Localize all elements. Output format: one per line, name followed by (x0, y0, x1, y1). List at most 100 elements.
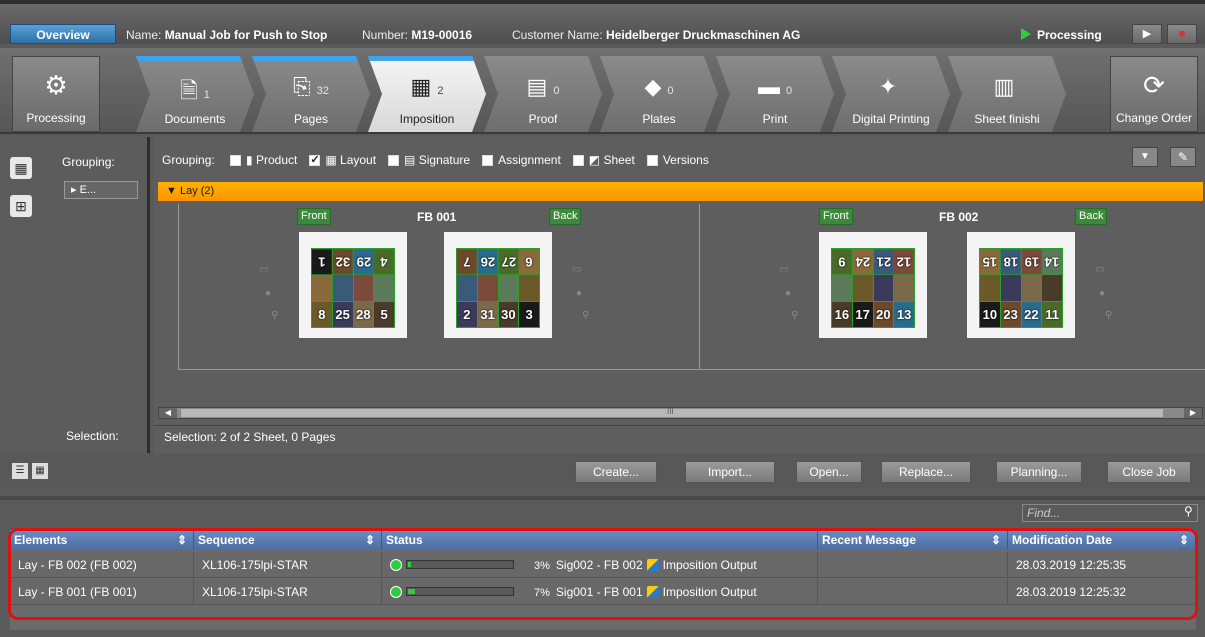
step-count: 0 (785, 85, 793, 97)
back-sheet-preview[interactable]: 7 26 27 6 2 31 30 3 (444, 232, 552, 338)
page-cell: 19 (1021, 249, 1042, 275)
processing-menu-button[interactable]: ⚙ Processing (12, 56, 100, 132)
col-elements[interactable]: Elements ⇕ (10, 530, 194, 550)
scrollbar-thumb[interactable]: III (181, 407, 1163, 417)
sheet-icon: ◩ (588, 153, 604, 167)
front-tag[interactable]: Front (819, 208, 853, 225)
marker-icon[interactable]: ● (265, 288, 271, 299)
start-button[interactable]: ▶ (1132, 24, 1162, 44)
zoom-icon[interactable]: ⚲ (791, 310, 798, 321)
horizontal-scrollbar[interactable]: ◀ III ▶ (158, 407, 1203, 419)
marker-icon[interactable]: ● (785, 288, 791, 299)
back-sheet-preview[interactable]: 15 18 19 14 10 23 22 11 (967, 232, 1075, 338)
sort-icon: ⇕ (1178, 533, 1189, 547)
customer-name: Customer Name: Heidelberger Druckmaschin… (512, 28, 800, 42)
dropdown-button[interactable]: ▼ (1132, 147, 1158, 167)
workflow-step-documents[interactable]: 🗎 1 Documents (136, 56, 254, 132)
grouping-option-product[interactable]: ▮ Product (218, 153, 297, 167)
marker-icon[interactable]: ▭ (1095, 264, 1104, 275)
zoom-icon[interactable]: ⚲ (582, 310, 589, 321)
list-view-icon[interactable]: ☰ (12, 463, 28, 479)
import-button[interactable]: Import... (685, 461, 775, 483)
layout-view-icon[interactable]: ▦ (10, 157, 32, 179)
play-icon: ▶ (1142, 28, 1152, 40)
page-grid: 9 24 21 12 16 17 20 13 (831, 248, 915, 328)
sequence-cell: XL106-175lpi-STAR (194, 579, 382, 605)
workflow-step-pages[interactable]: ⎘ 32 Pages (252, 56, 370, 132)
link-button[interactable]: ✎ (1170, 147, 1196, 167)
grouping-option-signature[interactable]: ▤ Signature (376, 153, 470, 167)
checkbox[interactable] (572, 155, 584, 166)
zoom-icon[interactable]: ⚲ (1105, 310, 1112, 321)
recent-message-cell (818, 552, 1008, 578)
expand-icon: ▸ (71, 184, 77, 196)
tree-item[interactable]: ▸ E... (64, 181, 138, 199)
add-layout-icon[interactable]: ⊞ (10, 195, 32, 217)
step-count: 2 (437, 85, 444, 97)
page-cell (353, 275, 374, 301)
back-tag[interactable]: Back (1075, 208, 1108, 225)
find-row: Find... ⚲ (0, 496, 1205, 524)
marker-icon[interactable]: ▭ (259, 264, 268, 275)
sheet-finishing-icon: ▥ (993, 74, 1015, 99)
checkbox[interactable] (230, 155, 242, 166)
grouping-option-sheet[interactable]: ◩ Sheet (561, 153, 635, 167)
step-label: Pages (293, 112, 329, 126)
job-name: Name: Manual Job for Push to Stop (126, 28, 327, 42)
grouping-option-layout[interactable]: ▦ Layout (297, 153, 376, 167)
front-sheet-preview[interactable]: 1 32 29 4 8 25 28 5 (299, 232, 407, 338)
checkbox[interactable] (482, 155, 494, 166)
replace-button[interactable]: Replace... (881, 461, 971, 483)
overview-button[interactable]: Overview (10, 24, 116, 44)
step-count: 1 (203, 89, 210, 101)
checkbox[interactable] (388, 155, 400, 166)
change-order-button[interactable]: ⟳ Change Order (1110, 56, 1198, 132)
col-recent-message[interactable]: Recent Message ⇕ (818, 530, 1008, 550)
page-grid: 1 32 29 4 8 25 28 5 (311, 248, 395, 328)
workflow-step-digital-printing[interactable]: ✦ Digital Printing (832, 56, 950, 132)
workflow-step-proof[interactable]: ▤ 0 Proof (484, 56, 602, 132)
imposition-output-icon (646, 559, 659, 571)
checkbox[interactable] (309, 153, 321, 166)
table-row[interactable]: Lay - FB 002 (FB 002) XL106-175lpi-STAR 3%… (10, 552, 1196, 578)
step-label: Print (762, 112, 788, 126)
marker-icon[interactable]: ● (576, 288, 582, 299)
scroll-left-icon[interactable]: ◀ (159, 408, 177, 418)
table-row[interactable]: Lay - FB 001 (FB 001) XL106-175lpi-STAR 7%… (10, 579, 1196, 605)
find-input[interactable]: Find... (1022, 504, 1198, 522)
close-job-button[interactable]: Close Job (1107, 461, 1191, 483)
col-status[interactable]: Status (382, 530, 818, 550)
checkbox[interactable] (646, 155, 658, 166)
detail-view-icon[interactable]: ▦ (32, 463, 48, 479)
marker-icon[interactable]: ● (1099, 288, 1105, 299)
marker-icon[interactable]: ▭ (779, 264, 788, 275)
grouping-option-label: Versions (662, 153, 709, 167)
col-modification-date[interactable]: Modification Date ⇕ (1008, 530, 1196, 550)
stop-button[interactable]: ■ (1167, 24, 1197, 44)
grouping-bar: Grouping: ▮ Product▦ Layout▤ SignatureAs… (154, 137, 1205, 181)
front-sheet-preview[interactable]: 9 24 21 12 16 17 20 13 (819, 232, 927, 338)
marker-icon[interactable]: ▭ (572, 264, 581, 275)
back-tag[interactable]: Back (549, 208, 582, 225)
page-cell: 21 (873, 249, 894, 275)
workflow-step-print[interactable]: ▬ 0 Print (716, 56, 834, 132)
zoom-icon[interactable]: ⚲ (271, 310, 278, 321)
play-icon (1021, 28, 1031, 40)
open-button[interactable]: Open... (796, 461, 862, 483)
grouping-option-versions[interactable]: Versions (635, 153, 709, 167)
front-tag[interactable]: Front (297, 208, 331, 225)
step-count: 32 (316, 85, 329, 97)
lay-group-header[interactable]: ▼ Lay (2) (158, 182, 1203, 201)
task-name: Imposition Output (662, 558, 757, 572)
search-icon[interactable]: ⚲ (1184, 504, 1193, 518)
planning-button[interactable]: Planning... (996, 461, 1082, 483)
grouping-option-assignment[interactable]: Assignment (470, 153, 561, 167)
workflow-step-plates[interactable]: ◆ 0 Plates (600, 56, 718, 132)
workflow-step-imposition[interactable]: ▦ 2 Imposition (368, 56, 486, 132)
elements-table: Elements ⇕ Sequence ⇕ Status Recent Messag… (10, 530, 1196, 630)
create-button[interactable]: Create... (575, 461, 657, 483)
splitter[interactable] (0, 496, 1205, 500)
scroll-right-icon[interactable]: ▶ (1184, 408, 1202, 418)
workflow-step-sheet-finishi[interactable]: ▥ Sheet finishi (948, 56, 1066, 132)
col-sequence[interactable]: Sequence ⇕ (194, 530, 382, 550)
